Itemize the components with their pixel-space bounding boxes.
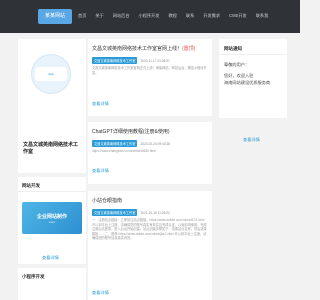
profile-card: ●●● 文昌文城英南网络技术工作室 查看详情 <box>18 39 86 202</box>
nav-item-tutorial[interactable]: 教程 <box>169 13 177 19</box>
webdev-title: 网站开发 <box>22 183 40 188</box>
nav-item-backend[interactable]: 网站后台 <box>113 13 130 19</box>
pinned-tag: (置顶) <box>182 46 196 52</box>
post-meta: 文昌文城英南网络技术工作室 2023-02-24 09:40:28 <box>92 140 170 147</box>
webdev-banner[interactable]: 企业网站制作 www <box>22 202 82 234</box>
post-date: 2020-11-17 21:28:37 <box>140 58 170 63</box>
banner-subtitle: www <box>48 220 56 224</box>
nav-item-contact[interactable]: 联系 <box>186 13 194 19</box>
site-logo[interactable]: 某某网站 <box>38 9 72 24</box>
post-title-text[interactable]: ChatGPT详细使用教程(注册&使用) <box>92 129 170 135</box>
notice-line: 尊敬的用户： <box>224 62 250 67</box>
miniapp-title: 小程序开发 <box>22 274 45 279</box>
post-title-text[interactable]: 文昌文城英南网络技术工作室官网上线！ <box>92 46 182 52</box>
post-card: ChatGPT详细使用教程(注册&使用) 文昌文城英南网络技术工作室 2023-… <box>88 122 212 184</box>
post-excerpt: 一、注册站点链接：立即前往站点链接。https://www.dslbbt.com… <box>92 218 207 241</box>
post-more-link[interactable]: 查看详情 <box>92 290 109 296</box>
nav-item-demand[interactable]: 开发需求 <box>203 13 220 19</box>
webdev-card: 网站开发 企业网站制作 www 查看详情 <box>18 177 86 264</box>
post-date: 2023-02-24 09:40:28 <box>140 141 171 146</box>
post-excerpt: 文昌文城英南网络技术工作室官网正式上线！承接网站、网站后台、微信小程序开发。 <box>92 66 207 75</box>
notice-card: 网站通知 尊敬的用户： 您好，欢迎入驻 海南网站建设优质服务商 查看详情 <box>219 39 287 142</box>
post-title[interactable]: ChatGPT详细使用教程(注册&使用) <box>92 129 210 136</box>
post-date: 2021-10-16 11:25:22 <box>140 210 170 215</box>
category-chip[interactable]: 文昌文城英南网络技术工作室 <box>92 140 138 147</box>
main-nav: 首页 关于 网站后台 小程序开发 教程 联系 开发需求 CMS开发 联系我 <box>78 13 268 19</box>
post-more-link[interactable]: 查看详情 <box>92 168 109 174</box>
post-excerpt: https://www.zhangluobi.com/article/4680.… <box>92 149 156 153</box>
miniapp-card: 小程序开发 <box>18 268 86 300</box>
top-navbar: 某某网站 首页 关于 网站后台 小程序开发 教程 联系 开发需求 CMS开发 联… <box>0 0 300 33</box>
category-chip[interactable]: 文昌文城英南网络技术工作室 <box>92 57 138 64</box>
webdev-more-link[interactable]: 查看详情 <box>42 255 59 261</box>
post-title[interactable]: 文昌文城英南网络技术工作室官网上线！(置顶) <box>92 46 210 53</box>
divider <box>18 191 86 192</box>
avatar: ●●● <box>31 54 71 94</box>
nav-item-home[interactable]: 首页 <box>78 13 86 19</box>
post-title-text[interactable]: 小站仓眼指南 <box>92 198 122 204</box>
category-chip[interactable]: 文昌文城英南网络技术工作室 <box>92 209 138 216</box>
divider <box>219 54 287 55</box>
post-meta: 文昌文城英南网络技术工作室 2020-11-17 21:28:37 <box>92 57 170 64</box>
nav-item-about[interactable]: 关于 <box>95 13 103 19</box>
post-title[interactable]: 小站仓眼指南 <box>92 198 210 205</box>
notice-line: 海南网站建设优质服务商 <box>224 80 271 85</box>
post-more-link[interactable]: 查看详情 <box>92 101 109 107</box>
avatar-logo-icon: ●●● <box>35 67 67 81</box>
profile-name: 文昌文城英南网络技术工作室 <box>23 142 79 155</box>
post-meta: 文昌文城英南网络技术工作室 2021-10-16 11:25:22 <box>92 209 170 216</box>
nav-item-miniapp[interactable]: 小程序开发 <box>139 13 160 19</box>
notice-line: 您好，欢迎入驻 <box>224 73 254 78</box>
notice-title: 网站通知 <box>224 46 242 51</box>
banner-title: 企业网站制作 <box>36 214 67 220</box>
post-card: 文昌文城英南网络技术工作室官网上线！(置顶) 文昌文城英南网络技术工作室 202… <box>88 39 212 116</box>
nav-item-contact-me[interactable]: 联系我 <box>256 13 269 19</box>
post-card: 小站仓眼指南 文昌文城英南网络技术工作室 2021-10-16 11:25:22… <box>88 191 212 300</box>
notice-more-link[interactable]: 查看详情 <box>243 137 260 143</box>
nav-item-cms[interactable]: CMS开发 <box>229 13 247 19</box>
